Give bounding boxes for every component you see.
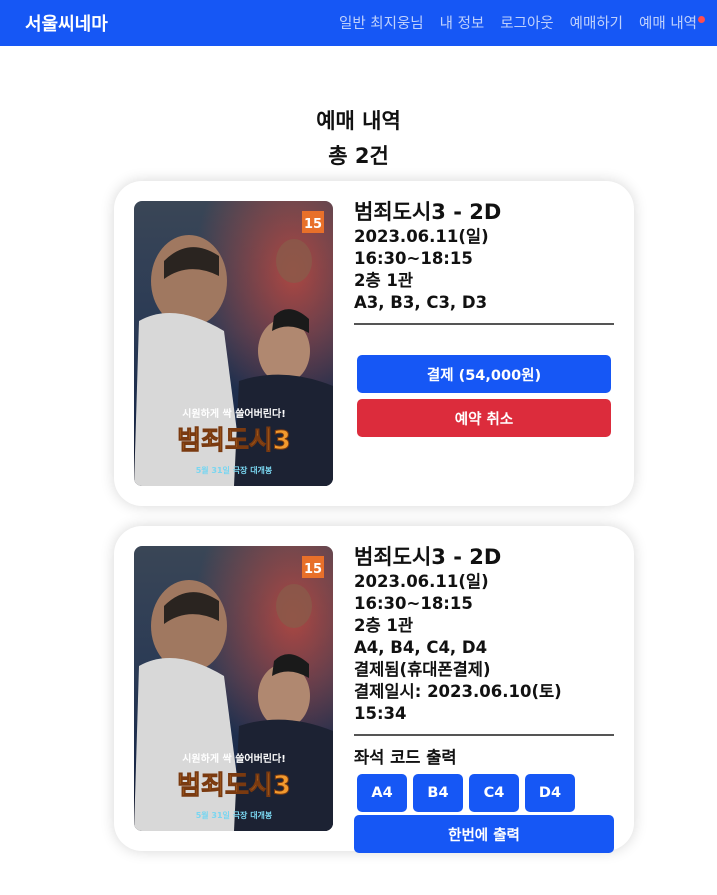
seat-code-button-a4[interactable]: A4 <box>357 774 407 812</box>
poster-release-text: 5월 31일 극장 대개봉 <box>196 465 273 475</box>
print-all-button[interactable]: 한번에 출력 <box>354 815 614 853</box>
booking-card: 15 시원하게 싹 쓸어버린다! 범죄도시3 5월 31일 극장 대개봉 범죄도… <box>114 181 634 506</box>
seat-code-button-c4[interactable]: C4 <box>469 774 519 812</box>
booking-hall: 2층 1관 <box>354 616 414 635</box>
rating-badge: 15 <box>304 562 322 577</box>
seat-code-button-d4[interactable]: D4 <box>525 774 575 812</box>
booking-card: 15 시원하게 싹 쓸어버린다! 범죄도시3 5월 31일 극장 대개봉 범죄도… <box>114 526 634 853</box>
poster-tagline: 시원하게 싹 쓸어버린다! <box>182 407 286 420</box>
booking-info: 범죄도시3 - 2D 2023.06.11(일) 16:30~18:15 2층 … <box>354 543 614 853</box>
nav-my-info[interactable]: 내 정보 <box>440 12 485 33</box>
booking-info: 범죄도시3 - 2D 2023.06.11(일) 16:30~18:15 2층 … <box>354 198 614 437</box>
nav-logout[interactable]: 로그아웃 <box>500 12 553 33</box>
divider <box>354 734 614 736</box>
booking-seats: A3, B3, C3, D3 <box>354 293 488 312</box>
payment-time: 결제일시: 2023.06.10(토) 15:34 <box>354 682 562 723</box>
top-navbar: 서울씨네마 일반 최지웅님 내 정보 로그아웃 예매하기 예매 내역 <box>0 0 717 46</box>
divider <box>354 323 614 325</box>
rating-badge: 15 <box>304 217 322 232</box>
seat-code-buttons: A4 B4 C4 D4 <box>357 774 614 812</box>
nav-book[interactable]: 예매하기 <box>570 12 623 33</box>
poster-release-text: 5월 31일 극장 대개봉 <box>196 810 273 820</box>
nav-booking-history-label: 예매 내역 <box>639 16 697 32</box>
page-title: 예매 내역 <box>316 109 401 133</box>
booking-time: 16:30~18:15 <box>354 249 473 268</box>
nav-links: 일반 최지웅님 내 정보 로그아웃 예매하기 예매 내역 <box>339 12 705 33</box>
notification-dot <box>698 16 705 23</box>
poster-logo-text: 범죄도시3 <box>177 771 291 801</box>
poster-logo-text: 범죄도시3 <box>177 426 291 456</box>
poster-tagline: 시원하게 싹 쓸어버린다! <box>182 752 286 765</box>
movie-title: 범죄도시3 - 2D <box>354 545 502 569</box>
payment-status: 결제됨(휴대폰결제) <box>354 660 491 679</box>
seat-code-heading: 좌석 코드 출력 <box>354 748 457 767</box>
booking-hall: 2층 1관 <box>354 271 414 290</box>
cancel-booking-button[interactable]: 예약 취소 <box>357 399 611 437</box>
booking-time: 16:30~18:15 <box>354 594 473 613</box>
movie-poster: 15 시원하게 싹 쓸어버린다! 범죄도시3 5월 31일 극장 대개봉 <box>134 546 333 831</box>
brand-logo[interactable]: 서울씨네마 <box>25 10 108 36</box>
movie-title: 범죄도시3 - 2D <box>354 200 502 224</box>
pay-button[interactable]: 결제 (54,000원) <box>357 355 611 393</box>
booking-count: 총 2건 <box>328 144 389 168</box>
booking-date: 2023.06.11(일) <box>354 572 489 591</box>
booking-seats: A4, B4, C4, D4 <box>354 638 488 657</box>
nav-booking-history[interactable]: 예매 내역 <box>639 12 705 33</box>
seat-code-button-b4[interactable]: B4 <box>413 774 463 812</box>
nav-user-name[interactable]: 일반 최지웅님 <box>339 12 424 33</box>
movie-poster: 15 시원하게 싹 쓸어버린다! 범죄도시3 5월 31일 극장 대개봉 <box>134 201 333 486</box>
booking-date: 2023.06.11(일) <box>354 227 489 246</box>
